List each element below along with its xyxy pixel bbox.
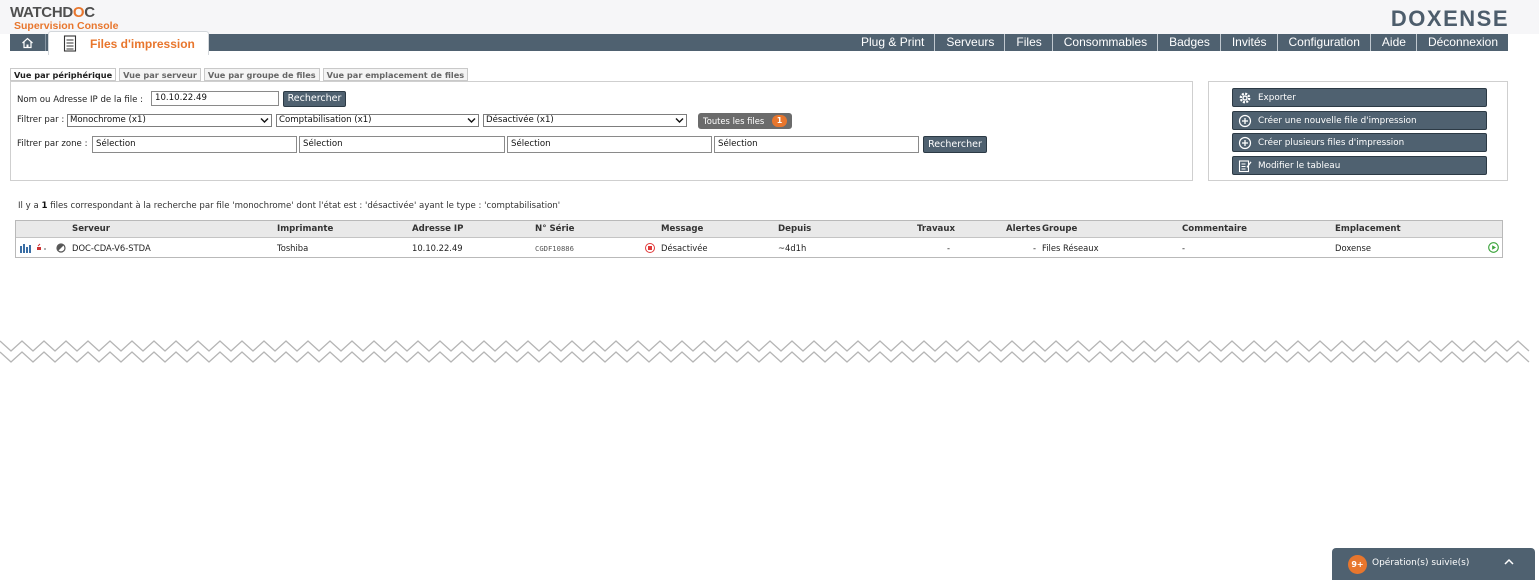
table-header: Serveur Imprimante Adresse IP N° Série M…	[16, 221, 1502, 238]
view-tabs: Vue par périphérique Vue par serveur Vue…	[10, 68, 471, 81]
tab-files-impression[interactable]: Files d'impression	[48, 31, 209, 55]
cell-adresse-ip: 10.10.22.49	[412, 243, 463, 253]
chevron-down-icon	[467, 118, 476, 123]
tab-vue-groupe-files[interactable]: Vue par groupe de files	[203, 68, 320, 81]
watchdoc-logo[interactable]: WATCHDOC Supervision Console	[10, 5, 118, 32]
gear-icon	[1239, 92, 1251, 104]
menu-item-serveurs[interactable]: Serveurs	[934, 34, 1004, 51]
search-button[interactable]: Rechercher	[283, 91, 346, 107]
all-files-count-badge: 1	[772, 115, 787, 127]
select-type[interactable]: Comptabilisation (x1)	[276, 114, 479, 127]
menu-item-invites[interactable]: Invités	[1219, 34, 1277, 51]
zone-filter-label: Filtrer par zone :	[17, 139, 88, 149]
chevron-down-icon	[260, 118, 269, 123]
logo-wordmark: WATCHDOC	[10, 4, 95, 21]
export-button[interactable]: Exporter	[1232, 88, 1487, 107]
chevron-up-icon[interactable]	[1503, 557, 1515, 567]
cell-serveur[interactable]: DOC-CDA-V6-STDA	[72, 243, 151, 253]
edit-table-label: Modifier le tableau	[1258, 161, 1341, 171]
col-message[interactable]: Message	[661, 224, 703, 234]
col-imprimante[interactable]: Imprimante	[277, 224, 333, 234]
printer-status-icon	[37, 243, 46, 250]
chevron-down-icon	[675, 118, 684, 123]
tab-vue-emplacement-files[interactable]: Vue par emplacement de files	[322, 68, 469, 81]
col-alertes[interactable]: Alertes	[1006, 224, 1041, 234]
cell-depuis: ~4d1h	[778, 243, 807, 253]
page-break-divider	[0, 340, 1530, 363]
select-color-mode-value: Monochrome (x1)	[70, 115, 146, 125]
select-type-value: Comptabilisation (x1)	[279, 115, 372, 125]
plus-circle-icon	[1238, 136, 1252, 150]
zone-search-button[interactable]: Rechercher	[923, 136, 987, 153]
cell-emplacement: Doxense	[1335, 243, 1371, 253]
col-serie[interactable]: N° Série	[535, 224, 575, 234]
col-groupe[interactable]: Groupe	[1042, 224, 1077, 234]
zone-input-2[interactable]: Sélection	[299, 136, 505, 153]
menu-item-consommables[interactable]: Consommables	[1051, 34, 1157, 51]
all-files-chip-label: Toutes les files	[703, 116, 765, 126]
name-filter-label: Nom ou Adresse IP de la file :	[17, 95, 144, 105]
table-row[interactable]: DOC-CDA-V6-STDA Toshiba 10.10.22.49 CGDF…	[16, 239, 1502, 257]
home-button[interactable]	[10, 34, 46, 51]
top-header: WATCHDOC Supervision Console DOXENSE	[0, 0, 1539, 34]
operations-tracker[interactable]: 9+ Opération(s) suivie(s)	[1332, 548, 1535, 580]
filter-by-label: Filtrer par :	[17, 115, 65, 125]
cell-alertes: -	[1033, 243, 1037, 253]
bar-chart-icon[interactable]	[20, 243, 31, 253]
result-summary: Il y a 1 files correspondant à la recher…	[18, 201, 561, 211]
tab-vue-serveur[interactable]: Vue par serveur	[119, 68, 201, 81]
home-icon	[22, 37, 33, 48]
main-menu: Plug & Print Serveurs Files Consommables…	[850, 34, 1508, 51]
edit-table-icon	[1238, 160, 1252, 173]
col-travaux[interactable]: Travaux	[917, 224, 955, 234]
create-multiple-queues-button[interactable]: Créer plusieurs files d'impression	[1232, 133, 1487, 152]
document-icon	[63, 35, 77, 52]
cell-serie: CGDF10886	[535, 244, 574, 253]
menu-item-plug-print[interactable]: Plug & Print	[850, 34, 934, 51]
operations-label: Opération(s) suivie(s)	[1372, 558, 1470, 568]
create-queue-button[interactable]: Créer une nouvelle file d'impression	[1232, 111, 1487, 130]
active-tab-label: Files d'impression	[90, 37, 195, 51]
edit-table-button[interactable]: Modifier le tableau	[1232, 156, 1487, 175]
col-serveur[interactable]: Serveur	[72, 224, 110, 234]
plus-circle-icon	[1238, 114, 1252, 128]
actions-panel: Exporter Créer une nouvelle file d'impre…	[1208, 81, 1508, 181]
cell-imprimante: Toshiba	[277, 243, 309, 253]
stop-status-icon	[645, 243, 655, 253]
cell-commentaire: -	[1182, 243, 1186, 253]
main-navbar: Files d'impression Plug & Print Serveurs…	[10, 31, 1508, 55]
select-state[interactable]: Désactivée (x1)	[483, 114, 687, 127]
cell-travaux: -	[947, 243, 951, 253]
zone-input-4[interactable]: Sélection	[714, 136, 919, 153]
menu-item-deconnexion[interactable]: Déconnexion	[1415, 34, 1508, 51]
col-emplacement[interactable]: Emplacement	[1335, 224, 1401, 234]
cell-message: Désactivée	[661, 243, 708, 253]
menu-item-configuration[interactable]: Configuration	[1276, 34, 1370, 51]
create-multiple-queues-label: Créer plusieurs files d'impression	[1258, 138, 1405, 148]
supervision-console: WATCHDOC Supervision Console DOXENSE Fil…	[0, 0, 1539, 580]
name-ip-input[interactable]: 10.10.22.49	[151, 91, 279, 106]
logo-subtitle: Supervision Console	[14, 20, 119, 32]
menu-item-aide[interactable]: Aide	[1369, 34, 1416, 51]
doxense-logo: DOXENSE	[1390, 6, 1509, 31]
col-depuis[interactable]: Depuis	[778, 224, 811, 234]
all-files-chip[interactable]: Toutes les files 1	[698, 113, 792, 129]
operations-count-badge: 9+	[1348, 555, 1367, 574]
cell-groupe: Files Réseaux	[1042, 243, 1099, 253]
select-color-mode[interactable]: Monochrome (x1)	[67, 114, 272, 127]
menu-item-badges[interactable]: Badges	[1157, 34, 1220, 51]
tab-vue-peripherique[interactable]: Vue par périphérique	[10, 68, 117, 81]
disabled-icon	[56, 243, 66, 253]
create-queue-label: Créer une nouvelle file d'impression	[1258, 116, 1417, 126]
select-state-value: Désactivée (x1)	[486, 115, 554, 125]
filter-panel: Nom ou Adresse IP de la file : 10.10.22.…	[10, 81, 1193, 181]
play-icon[interactable]	[1488, 242, 1499, 253]
queues-table: Serveur Imprimante Adresse IP N° Série M…	[15, 220, 1503, 258]
col-adresse-ip[interactable]: Adresse IP	[412, 224, 463, 234]
menu-item-files[interactable]: Files	[1004, 34, 1051, 51]
export-label: Exporter	[1258, 93, 1296, 103]
zone-input-3[interactable]: Sélection	[507, 136, 712, 153]
zone-input-1[interactable]: Sélection	[92, 136, 297, 153]
col-commentaire[interactable]: Commentaire	[1182, 224, 1247, 234]
